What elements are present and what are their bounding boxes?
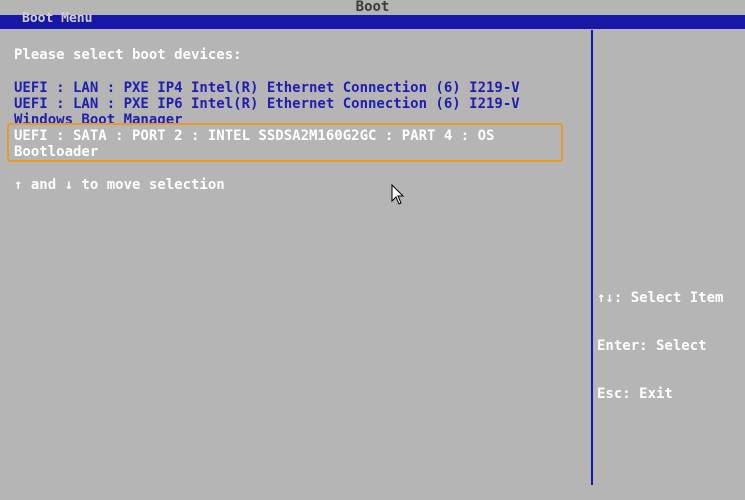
menu-header-bar: Boot Menu — [0, 11, 745, 29]
window-title: Boot — [355, 0, 390, 15]
help-panel: ↑↓: Select Item Enter: Select Esc: Exit — [597, 258, 723, 418]
panel-divider — [591, 30, 593, 485]
boot-device-windows-boot-manager[interactable]: Windows Boot Manager — [14, 112, 183, 123]
mouse-pointer-icon — [391, 184, 405, 205]
selected-device-line-2: Bootloader — [14, 144, 99, 160]
boot-device-pxe-ip6[interactable]: UEFI : LAN : PXE IP6 Intel(R) Ethernet C… — [14, 96, 520, 112]
menu-header-label: Boot Menu — [22, 11, 93, 26]
help-enter: Enter: Select — [597, 338, 707, 354]
page-title: Please select boot devices: — [14, 47, 242, 63]
navigation-hint: ↑ and ↓ to move selection — [14, 177, 225, 193]
help-esc: Esc: Exit — [597, 386, 673, 402]
boot-device-sata-selected[interactable]: UEFI : SATA : PORT 2 : INTEL SSDSA2M160G… — [7, 123, 563, 162]
boot-device-pxe-ip4[interactable]: UEFI : LAN : PXE IP4 Intel(R) Ethernet C… — [14, 80, 520, 96]
selected-device-line-1: UEFI : SATA : PORT 2 : INTEL SSDSA2M160G… — [14, 128, 495, 144]
help-select-item: ↑↓: Select Item — [597, 290, 724, 306]
